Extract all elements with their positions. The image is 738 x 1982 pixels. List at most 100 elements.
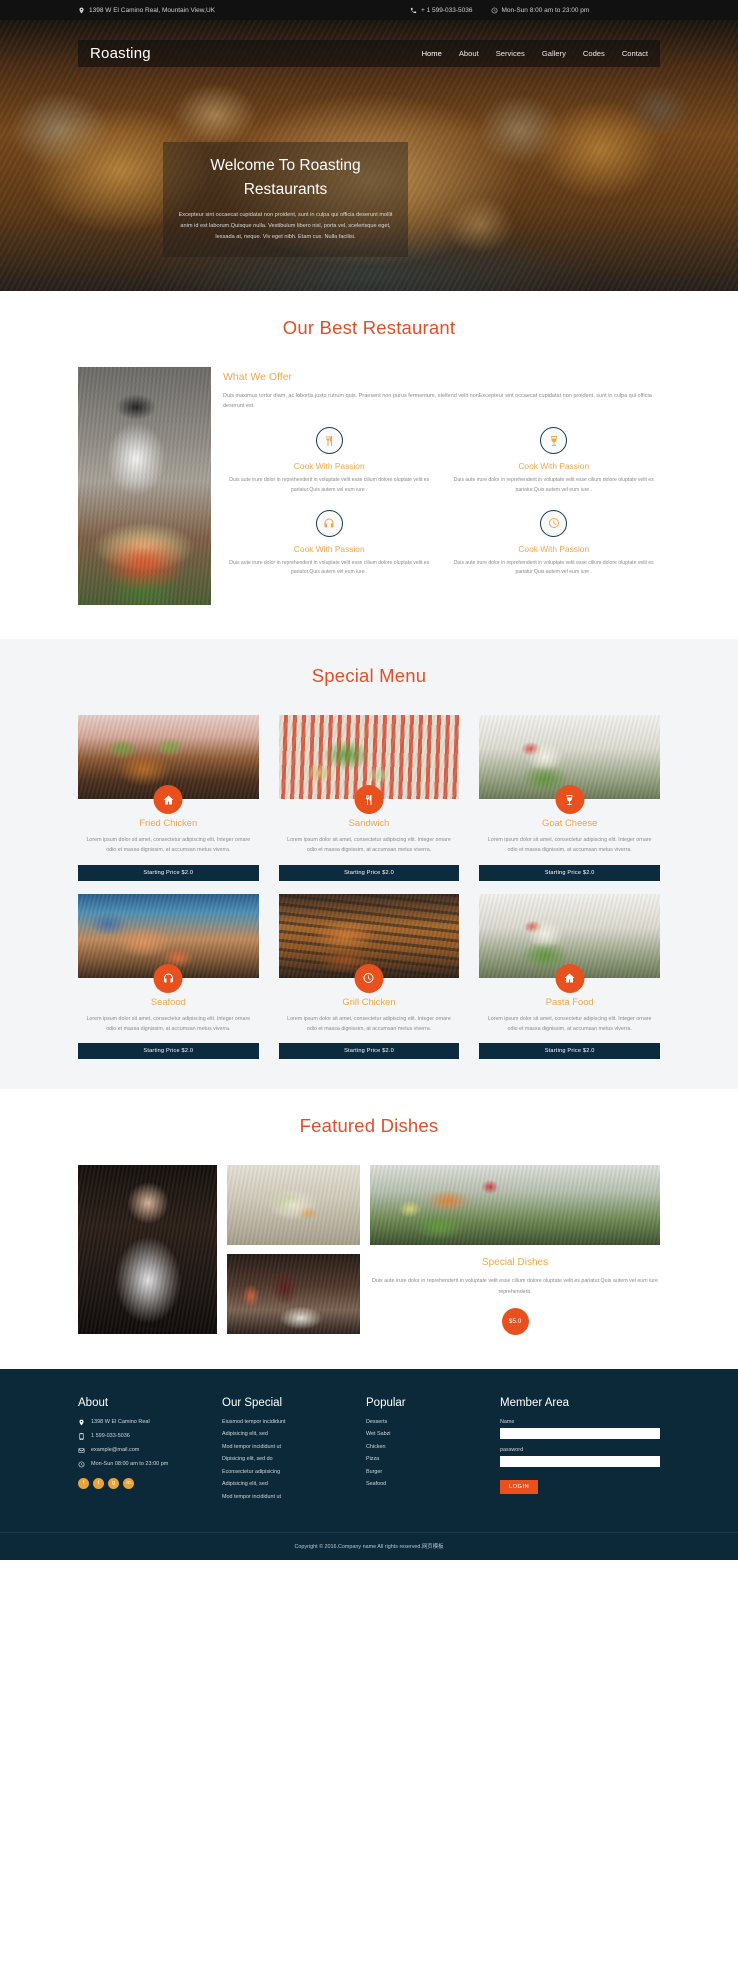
menu-item-price[interactable]: Starting Price $2.0 (278, 1043, 460, 1060)
feature-item[interactable]: Cook With Passion Duis aute irure dolor … (448, 427, 661, 495)
clock-icon (363, 973, 374, 984)
clock-icon (491, 7, 497, 13)
menu-badge[interactable] (555, 785, 585, 814)
home-icon (564, 973, 575, 983)
list-item[interactable]: Mod tempor incididunt ut (222, 1444, 352, 1450)
nav-item-services[interactable]: Services (496, 49, 525, 58)
headphones-icon (163, 973, 173, 983)
menu-badge[interactable] (555, 963, 585, 993)
list-item[interactable]: Chicken (366, 1444, 486, 1450)
menu-card[interactable]: Goat Cheese Lorem ipsum dolor sit amet, … (479, 715, 660, 881)
feature-text: Duis aute irure dolor in reprehenderit i… (229, 477, 430, 494)
feature-text: Duis aute irure dolor in reprehenderit i… (453, 559, 654, 576)
nav-links: Home About Services Gallery Codes Contac… (422, 49, 660, 58)
best-restaurant-section: Our Best Restaurant What We Offer Duis m… (0, 291, 738, 639)
envelope-icon (78, 1448, 85, 1453)
footer-hours: Mon-Sun 08:00 am to 23:00 pm (78, 1461, 208, 1468)
feature-item[interactable]: Cook With Passion Duis aute irure dolor … (223, 509, 436, 578)
menu-item-price[interactable]: Starting Price $2.0 (78, 864, 259, 881)
site-logo[interactable]: Roasting (78, 45, 151, 62)
dinner-table-photo (227, 1254, 360, 1335)
menu-item-name: Goat Cheese (542, 817, 598, 828)
feature-item[interactable]: Cook With Passion Duis aute irure dolor … (223, 427, 436, 495)
menu-item-price[interactable]: Starting Price $2.0 (479, 1043, 660, 1060)
menu-card[interactable]: Sandwich Lorem ipsum dolor sit amet, con… (278, 715, 460, 881)
feature-text: Duis aute irure dolor in reprehenderit i… (229, 559, 430, 576)
menu-card[interactable]: Grill Chicken Lorem ipsum dolor sit amet… (278, 893, 460, 1060)
list-item[interactable]: Desserts (366, 1419, 486, 1425)
login-button[interactable]: LOGIN (500, 1479, 539, 1494)
list-item[interactable]: Adipisicing elit, sed (222, 1481, 352, 1487)
twitter-icon[interactable]: t (93, 1477, 104, 1489)
footer-hours-text: Mon-Sun 08:00 am to 23:00 pm (91, 1461, 169, 1468)
list-item[interactable]: Seafood (366, 1481, 486, 1487)
menu-card[interactable]: Fried Chicken Lorem ipsum dolor sit amet… (78, 715, 259, 881)
google-plus-icon[interactable]: g (108, 1477, 119, 1489)
linkedin-icon[interactable]: in (123, 1477, 134, 1489)
menu-item-price[interactable]: Starting Price $2.0 (278, 864, 460, 881)
feature-icon-circle (540, 427, 568, 455)
wine-glass-icon (566, 794, 573, 805)
menu-item-text: Lorem ipsum dolor sit amet, consectetur … (487, 837, 652, 854)
nav-item-gallery[interactable]: Gallery (542, 49, 566, 58)
hero-description: Excepteur sint occaecat cupidatat non pr… (178, 212, 393, 240)
main-navigation: Roasting Home About Services Gallery Cod… (78, 40, 660, 67)
menu-item-photo (78, 715, 259, 814)
map-pin-icon (79, 1419, 84, 1426)
list-item[interactable]: Wet Sabzi (366, 1431, 486, 1437)
password-field[interactable] (500, 1455, 660, 1467)
special-dishes-price[interactable]: $5.0 (501, 1307, 529, 1335)
nav-item-contact[interactable]: Contact (622, 49, 648, 58)
feature-title: Cook With Passion (293, 543, 365, 554)
menu-item-photo (479, 893, 660, 993)
feature-grid: Cook With Passion Duis aute irure dolor … (223, 427, 660, 578)
menu-item-price[interactable]: Starting Price $2.0 (78, 1043, 259, 1060)
menu-badge[interactable] (354, 785, 384, 814)
footer-member-area-column: Member Area Name password LOGIN (500, 1397, 660, 1507)
topbar-phone-text: + 1 599-033-5036 (421, 6, 473, 14)
list-item[interactable]: Mod tempor incididunt ut (222, 1494, 352, 1500)
list-item[interactable]: Pizza (366, 1456, 486, 1462)
fish-dish-photo (370, 1165, 660, 1246)
menu-item-text: Lorem ipsum dolor sit amet, consectetur … (487, 1015, 652, 1032)
nav-item-codes[interactable]: Codes (583, 49, 605, 58)
menu-badge[interactable] (153, 785, 183, 814)
topbar-hours-text: Mon-Sun 8:00 am to 23:00 pm (501, 6, 590, 14)
footer-popular-column: Popular Desserts Wet Sabzi Chicken Pizza… (366, 1397, 486, 1507)
special-dishes-title: Special Dishes (481, 1257, 549, 1269)
topbar-address-text: 1398 W El Camino Real, Mountain View,UK (89, 6, 215, 14)
clock-icon (78, 1461, 85, 1468)
menu-item-text: Lorem ipsum dolor sit amet, consectetur … (287, 1015, 451, 1032)
wine-glass-icon (550, 435, 557, 446)
menu-badge[interactable] (153, 963, 183, 993)
featured-left-column (78, 1165, 217, 1335)
footer-about-heading: About (78, 1396, 109, 1409)
facebook-icon[interactable]: f (78, 1477, 89, 1489)
list-item[interactable]: Econsectetur adipisicing (222, 1469, 352, 1475)
menu-card[interactable]: Pasta Food Lorem ipsum dolor sit amet, c… (479, 893, 660, 1060)
fork-knife-icon (326, 435, 333, 446)
featured-middle-column (227, 1165, 360, 1335)
list-item[interactable]: Dipisicing elit, sed do (222, 1456, 352, 1462)
name-field[interactable] (500, 1427, 660, 1439)
map-pin-icon (79, 7, 84, 13)
footer-email-text[interactable]: example@mail.com (91, 1447, 139, 1453)
menu-card[interactable]: Seafood Lorem ipsum dolor sit amet, cons… (78, 893, 259, 1060)
list-item[interactable]: Burger (366, 1469, 486, 1475)
menu-item-name: Pasta Food (545, 995, 594, 1007)
list-item[interactable]: Adipisicing elit, sed (222, 1431, 352, 1437)
topbar-contact-group: + 1 599-033-5036 Mon-Sun 8:00 am to 23:0… (410, 7, 589, 14)
footer-member-area-heading: Member Area (500, 1396, 570, 1409)
feature-item[interactable]: Cook With Passion Duis aute irure dolor … (448, 509, 661, 578)
nav-item-about[interactable]: About (459, 49, 479, 58)
feature-icon-circle (315, 427, 343, 455)
footer-phone-text: 1 599-033-5036 (91, 1433, 130, 1440)
special-menu-section: Special Menu Fried Chicken Lorem ipsum d… (0, 639, 738, 1090)
list-item[interactable]: Eiusmod tempor incididunt (222, 1419, 352, 1425)
nav-item-home[interactable]: Home (422, 49, 442, 58)
menu-item-text: Lorem ipsum dolor sit amet, consectetur … (86, 837, 251, 854)
copyright-text: Copyright © 2016.Company name All rights… (0, 1532, 738, 1560)
menu-item-photo (78, 893, 259, 993)
menu-badge[interactable] (354, 963, 384, 993)
menu-item-price[interactable]: Starting Price $2.0 (479, 864, 660, 881)
